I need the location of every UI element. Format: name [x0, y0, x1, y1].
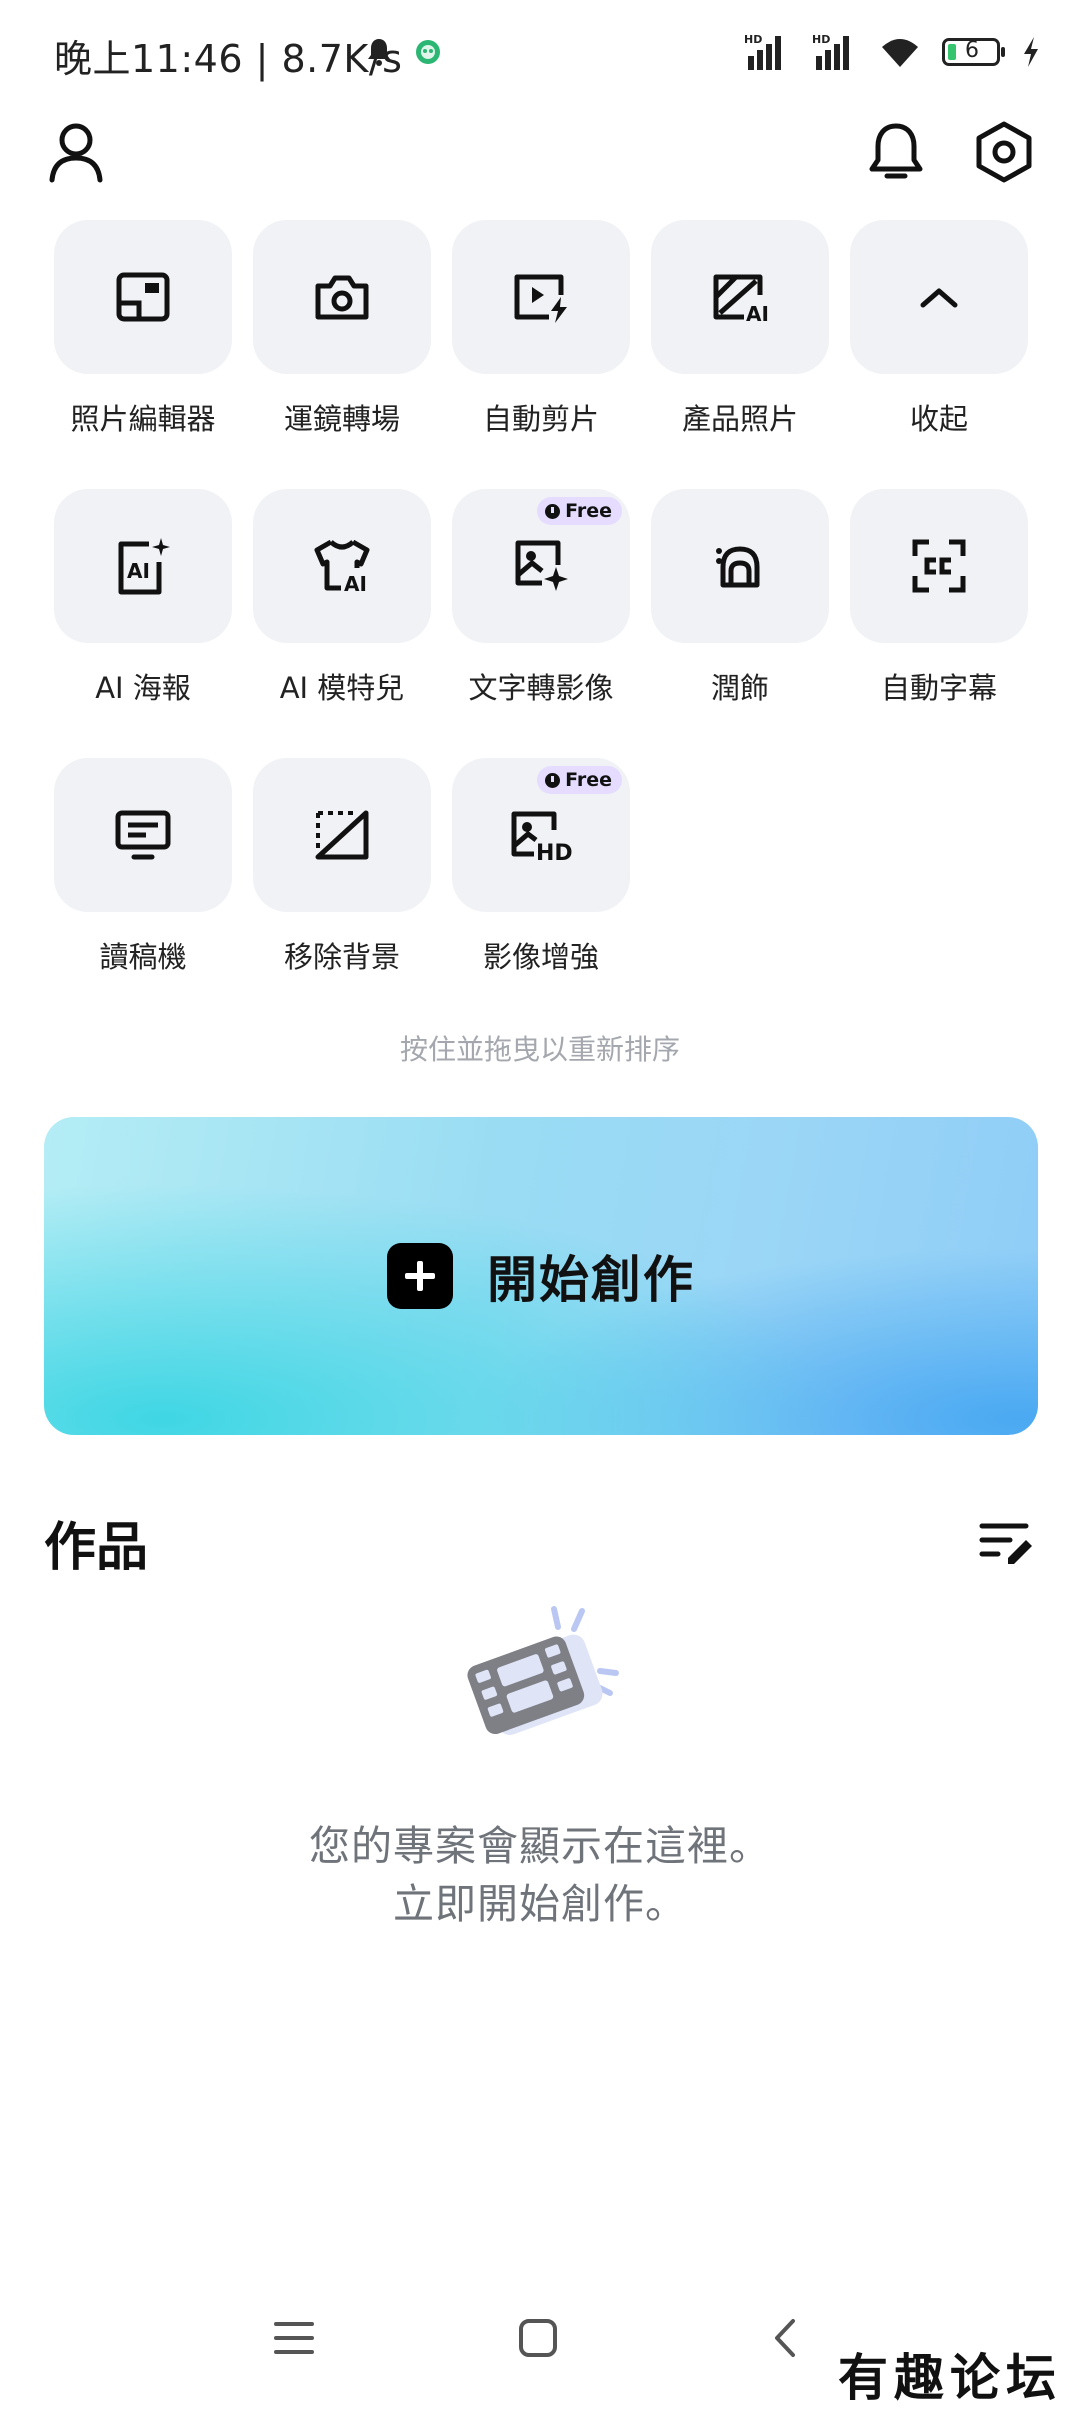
tool-label: 產品照片: [681, 402, 798, 436]
tool-label: AI 海報: [95, 671, 191, 705]
tool-camera-transition[interactable]: 運鏡轉場: [253, 220, 431, 450]
tool-text-to-image[interactable]: Free 文字轉影像: [452, 489, 630, 719]
works-title: 作品: [44, 1518, 149, 1578]
wifi-icon: [882, 39, 918, 67]
alarm-bell-icon: [368, 39, 390, 66]
tool-label: 自動剪片: [482, 402, 599, 436]
status-bar: 晚上11:46 | 8.7K/s HD HD 6: [0, 0, 1080, 104]
svg-text:HD: HD: [812, 33, 830, 46]
chevron-up-icon: [920, 288, 958, 308]
signal-hd-icon: HD: [744, 33, 781, 70]
tool-label: 自動字幕: [880, 671, 997, 705]
text-to-image-icon: [515, 540, 568, 591]
ai-poster-icon: AI: [118, 538, 170, 595]
svg-text:AI: AI: [746, 302, 769, 323]
svg-text:AI: AI: [344, 572, 367, 594]
battery-icon: 6: [942, 38, 1005, 66]
svg-text:HD: HD: [536, 841, 573, 862]
tool-retouch[interactable]: 潤飾: [651, 489, 829, 719]
tool-remove-background[interactable]: 移除背景: [253, 758, 431, 988]
tool-teleprompter[interactable]: 讀稿機: [54, 758, 232, 988]
auto-cut-icon: [514, 274, 567, 323]
free-badge-label: Free: [565, 500, 612, 522]
hexagon-gear-icon: [976, 121, 1032, 183]
free-badge: Free: [537, 497, 622, 525]
person-icon: [49, 123, 103, 183]
home-button[interactable]: [506, 2310, 570, 2366]
teleprompter-icon: [115, 810, 171, 860]
tool-label: 讀稿機: [99, 940, 187, 974]
tool-collapse[interactable]: 收起: [850, 220, 1028, 450]
free-badge-label: Free: [565, 769, 612, 791]
reorder-hint: 按住並拖曳以重新排序: [399, 1033, 680, 1066]
tool-label: 移除背景: [283, 940, 400, 974]
menu-lines-icon: [274, 2322, 314, 2354]
camera-icon: [315, 275, 369, 320]
tool-product-photo[interactable]: AI 產品照片: [651, 220, 829, 450]
tool-label: 收起: [909, 402, 968, 436]
svg-text:AI: AI: [127, 559, 150, 583]
tool-label: 文字轉影像: [468, 671, 614, 705]
signal-hd-icon-2: HD: [812, 33, 849, 70]
tool-auto-cut[interactable]: 自動剪片: [452, 220, 630, 450]
start-creating-label: 開始創作: [487, 1251, 695, 1309]
back-button[interactable]: [752, 2310, 816, 2366]
free-badge: Free: [537, 766, 622, 794]
plus-icon: [387, 1243, 453, 1309]
tool-label: 照片編輯器: [70, 402, 216, 436]
tool-label: AI 模特兒: [279, 671, 405, 705]
app-notification-icon: [416, 40, 440, 64]
top-bar: [0, 110, 1080, 200]
photo-editor-icon: [116, 272, 170, 322]
tool-label: 運鏡轉場: [283, 402, 400, 436]
status-icons: HD HD 6: [744, 28, 1040, 76]
image-enhance-hd-icon: HD: [511, 811, 573, 862]
status-time: 晚上11:46 | 8.7K/s: [54, 37, 403, 81]
battery-level: 6: [965, 38, 979, 63]
retouch-icon: [716, 546, 760, 588]
forum-watermark: 有趣论坛: [838, 2348, 1062, 2407]
bell-icon: [869, 123, 923, 179]
profile-button[interactable]: [36, 112, 116, 192]
tool-ai-poster[interactable]: AI AI 海報: [54, 489, 232, 719]
notifications-button[interactable]: [856, 112, 936, 192]
start-creating-button[interactable]: 開始創作: [44, 1117, 1038, 1435]
tool-label: 潤飾: [710, 671, 769, 705]
tool-label: 影像增強: [482, 940, 599, 974]
tool-ai-model[interactable]: AI AI 模特兒: [253, 489, 431, 719]
svg-text:HD: HD: [744, 33, 762, 46]
edit-list-button[interactable]: [972, 1508, 1036, 1572]
ai-model-shirt-icon: AI: [314, 539, 370, 594]
square-home-icon: [519, 2319, 557, 2357]
empty-state-line-1: 您的專案會顯示在這裡。: [309, 1822, 771, 1870]
tool-photo-editor[interactable]: 照片編輯器: [54, 220, 232, 450]
film-reel-illustration: [467, 1606, 619, 1736]
empty-state-line-2: 立即開始創作。: [393, 1880, 687, 1928]
tool-auto-captions[interactable]: 自動字幕: [850, 489, 1028, 719]
edit-list-icon: [979, 1523, 1032, 1564]
clock-icon: [545, 772, 561, 788]
product-photo-ai-icon: AI: [713, 274, 769, 323]
settings-button[interactable]: [964, 112, 1044, 192]
chevron-left-icon: [775, 2319, 795, 2357]
tool-image-enhance[interactable]: HD Free 影像增強: [452, 758, 630, 988]
captions-icon: [912, 539, 966, 593]
remove-background-icon: [315, 810, 369, 860]
charging-icon: [1024, 37, 1038, 67]
recent-apps-button[interactable]: [262, 2310, 326, 2366]
clock-icon: [545, 503, 561, 519]
